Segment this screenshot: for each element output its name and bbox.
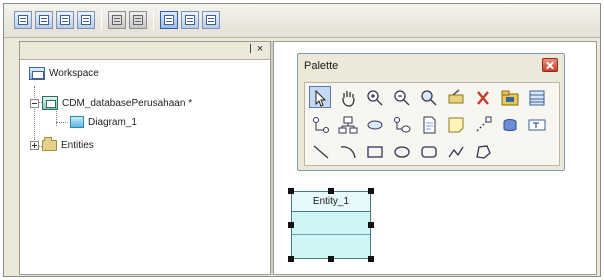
workspace-icon: [29, 67, 45, 80]
rounded-rectangle-icon[interactable]: [417, 140, 439, 162]
collapse-icon[interactable]: [30, 98, 39, 108]
tree-item-diagram[interactable]: Diagram_1: [70, 116, 137, 128]
toolbar-separator: [153, 10, 154, 30]
resize-handle-top-right[interactable]: [368, 188, 374, 194]
open-view-icon[interactable]: [417, 86, 439, 108]
ellipse-icon[interactable]: [390, 140, 412, 162]
zoom-in-icon[interactable]: [363, 86, 385, 108]
pointer-tool-icon[interactable]: [309, 86, 331, 108]
tree-item-label: Workspace: [49, 68, 99, 79]
database-icon[interactable]: [498, 113, 520, 135]
palette-window: Palette: [297, 53, 565, 171]
entity-divider: [292, 234, 370, 235]
save-model-icon[interactable]: [56, 11, 74, 29]
resize-handle-bottom-right[interactable]: [368, 256, 374, 262]
tree-item-entities[interactable]: Entities: [30, 137, 94, 151]
inheritance-icon[interactable]: [309, 113, 331, 135]
palette-icon[interactable]: [181, 11, 199, 29]
entity-icon[interactable]: [525, 86, 547, 108]
resize-handle-top[interactable]: [328, 188, 334, 194]
toolbar-separator: [101, 10, 102, 30]
resize-handle-top-left[interactable]: [288, 188, 294, 194]
rectangle-icon[interactable]: [363, 140, 385, 162]
main-toolbar: [4, 4, 600, 38]
workspace-icon[interactable]: [202, 11, 220, 29]
grabber-icon[interactable]: [336, 86, 358, 108]
tree-item-workspace[interactable]: Workspace: [29, 67, 99, 80]
line-icon[interactable]: [309, 140, 331, 162]
entity-symbol[interactable]: Entity_1: [291, 191, 371, 259]
entity-name[interactable]: Entity_1: [292, 192, 370, 212]
diagram-icon: [70, 116, 84, 128]
link-icon[interactable]: [471, 113, 493, 135]
title-icon[interactable]: [525, 113, 547, 135]
palette-title: Palette: [304, 60, 339, 72]
polyline-icon[interactable]: [444, 140, 466, 162]
resize-handle-bottom[interactable]: [328, 256, 334, 262]
tree-item-label: CDM_databasePerusahaan *: [62, 97, 193, 109]
workspace-browser: ꟾ × Workspace CDM_databasePerusahaan * D…: [19, 41, 271, 275]
resize-handle-left[interactable]: [288, 222, 294, 228]
association-link-icon[interactable]: [390, 113, 412, 135]
expand-icon[interactable]: [30, 141, 39, 150]
conceptual-model-icon: [42, 96, 58, 110]
palette-tools: [304, 82, 560, 166]
open-model-icon[interactable]: [35, 11, 53, 29]
file-icon[interactable]: [417, 113, 439, 135]
print-icon[interactable]: [108, 11, 126, 29]
relationship-icon[interactable]: [336, 113, 358, 135]
tree-item-model[interactable]: CDM_databasePerusahaan *: [30, 96, 192, 110]
note-icon[interactable]: [444, 113, 466, 135]
zoom-out-icon[interactable]: [390, 86, 412, 108]
folder-icon: [42, 137, 57, 151]
polygon-icon[interactable]: [471, 140, 493, 162]
tree-item-label: Diagram_1: [88, 116, 137, 128]
resize-handle-right[interactable]: [368, 222, 374, 228]
delete-icon[interactable]: [471, 86, 493, 108]
save-all-icon[interactable]: [77, 11, 95, 29]
arc-icon[interactable]: [336, 140, 358, 162]
pointer-tool-icon[interactable]: [160, 11, 178, 29]
close-palette-icon[interactable]: [542, 58, 558, 72]
new-model-icon[interactable]: [14, 11, 32, 29]
pin-icon[interactable]: ꟾ: [249, 45, 252, 56]
print-preview-icon[interactable]: [129, 11, 147, 29]
association-icon[interactable]: [363, 113, 385, 135]
browser-header: ꟾ ×: [20, 42, 270, 60]
tree-item-label: Entities: [61, 140, 94, 151]
resize-handle-bottom-left[interactable]: [288, 256, 294, 262]
package-icon[interactable]: [498, 86, 520, 108]
application-window: ꟾ × Workspace CDM_databasePerusahaan * D…: [3, 3, 601, 277]
properties-icon[interactable]: [444, 86, 466, 108]
tree-guide: [56, 122, 68, 123]
close-icon[interactable]: ×: [254, 43, 266, 56]
